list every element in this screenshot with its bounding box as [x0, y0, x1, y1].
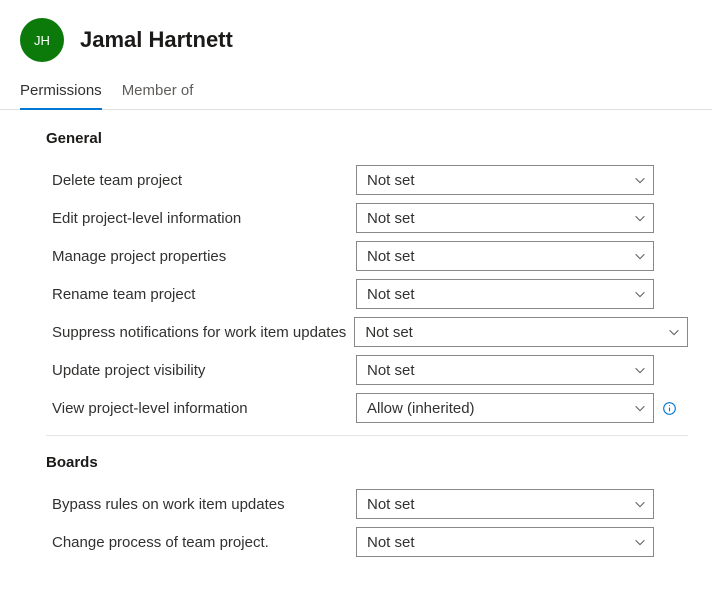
perm-label: Rename team project	[52, 286, 348, 303]
perm-dropdown-suppress-notifications[interactable]: Not set	[354, 317, 688, 347]
perm-label: Manage project properties	[52, 248, 348, 265]
chevron-down-icon	[633, 287, 647, 301]
perm-dropdown-edit-project-info[interactable]: Not set	[356, 203, 654, 233]
tab-permissions-label: Permissions	[20, 82, 102, 99]
chevron-down-icon	[633, 535, 647, 549]
perm-row-view-project-info: View project-level information Allow (in…	[52, 389, 688, 427]
perm-dropdown-delete-team-project[interactable]: Not set	[356, 165, 654, 195]
perm-row-delete-team-project: Delete team project Not set	[52, 161, 688, 199]
user-name: Jamal Hartnett	[80, 27, 233, 53]
perm-value: Not set	[367, 248, 415, 265]
chevron-down-icon	[633, 173, 647, 187]
section-title-general: General	[46, 130, 688, 147]
info-icon[interactable]	[662, 401, 677, 416]
perm-value: Not set	[367, 534, 415, 551]
perm-dropdown-change-process[interactable]: Not set	[356, 527, 654, 557]
avatar-initials: JH	[34, 33, 50, 48]
tab-member-of-label: Member of	[122, 82, 194, 99]
chevron-down-icon	[633, 401, 647, 415]
perm-label: Change process of team project.	[52, 534, 348, 551]
perm-label: Delete team project	[52, 172, 348, 189]
section-divider	[46, 435, 688, 436]
perm-label: Suppress notifications for work item upd…	[52, 324, 346, 341]
perm-row-edit-project-info: Edit project-level information Not set	[52, 199, 688, 237]
perm-value: Not set	[365, 324, 413, 341]
perm-value: Not set	[367, 210, 415, 227]
perm-label: Update project visibility	[52, 362, 348, 379]
user-header: JH Jamal Hartnett	[0, 0, 712, 74]
avatar: JH	[20, 18, 64, 62]
perm-label: Bypass rules on work item updates	[52, 496, 348, 513]
chevron-down-icon	[633, 211, 647, 225]
chevron-down-icon	[633, 363, 647, 377]
chevron-down-icon	[667, 325, 681, 339]
perm-row-change-process: Change process of team project. Not set	[52, 523, 688, 561]
perm-value: Not set	[367, 172, 415, 189]
perm-label: Edit project-level information	[52, 210, 348, 227]
perm-dropdown-update-visibility[interactable]: Not set	[356, 355, 654, 385]
perm-dropdown-rename-project[interactable]: Not set	[356, 279, 654, 309]
perm-row-manage-properties: Manage project properties Not set	[52, 237, 688, 275]
section-title-boards: Boards	[46, 454, 688, 471]
perm-row-suppress-notifications: Suppress notifications for work item upd…	[52, 313, 688, 351]
perm-row-update-visibility: Update project visibility Not set	[52, 351, 688, 389]
chevron-down-icon	[633, 249, 647, 263]
tab-permissions[interactable]: Permissions	[20, 74, 102, 109]
perm-dropdown-manage-properties[interactable]: Not set	[356, 241, 654, 271]
perm-value: Not set	[367, 286, 415, 303]
boards-rows: Bypass rules on work item updates Not se…	[52, 485, 688, 561]
perm-row-rename-project: Rename team project Not set	[52, 275, 688, 313]
perm-label: View project-level information	[52, 400, 348, 417]
perm-row-bypass-rules: Bypass rules on work item updates Not se…	[52, 485, 688, 523]
chevron-down-icon	[633, 497, 647, 511]
tabs: Permissions Member of	[0, 74, 712, 110]
perm-value: Allow (inherited)	[367, 400, 475, 417]
perm-dropdown-view-project-info[interactable]: Allow (inherited)	[356, 393, 654, 423]
permissions-content: General Delete team project Not set Edit…	[0, 110, 712, 589]
perm-value: Not set	[367, 362, 415, 379]
general-rows: Delete team project Not set Edit project…	[52, 161, 688, 427]
tab-member-of[interactable]: Member of	[122, 74, 194, 109]
perm-value: Not set	[367, 496, 415, 513]
perm-dropdown-bypass-rules[interactable]: Not set	[356, 489, 654, 519]
